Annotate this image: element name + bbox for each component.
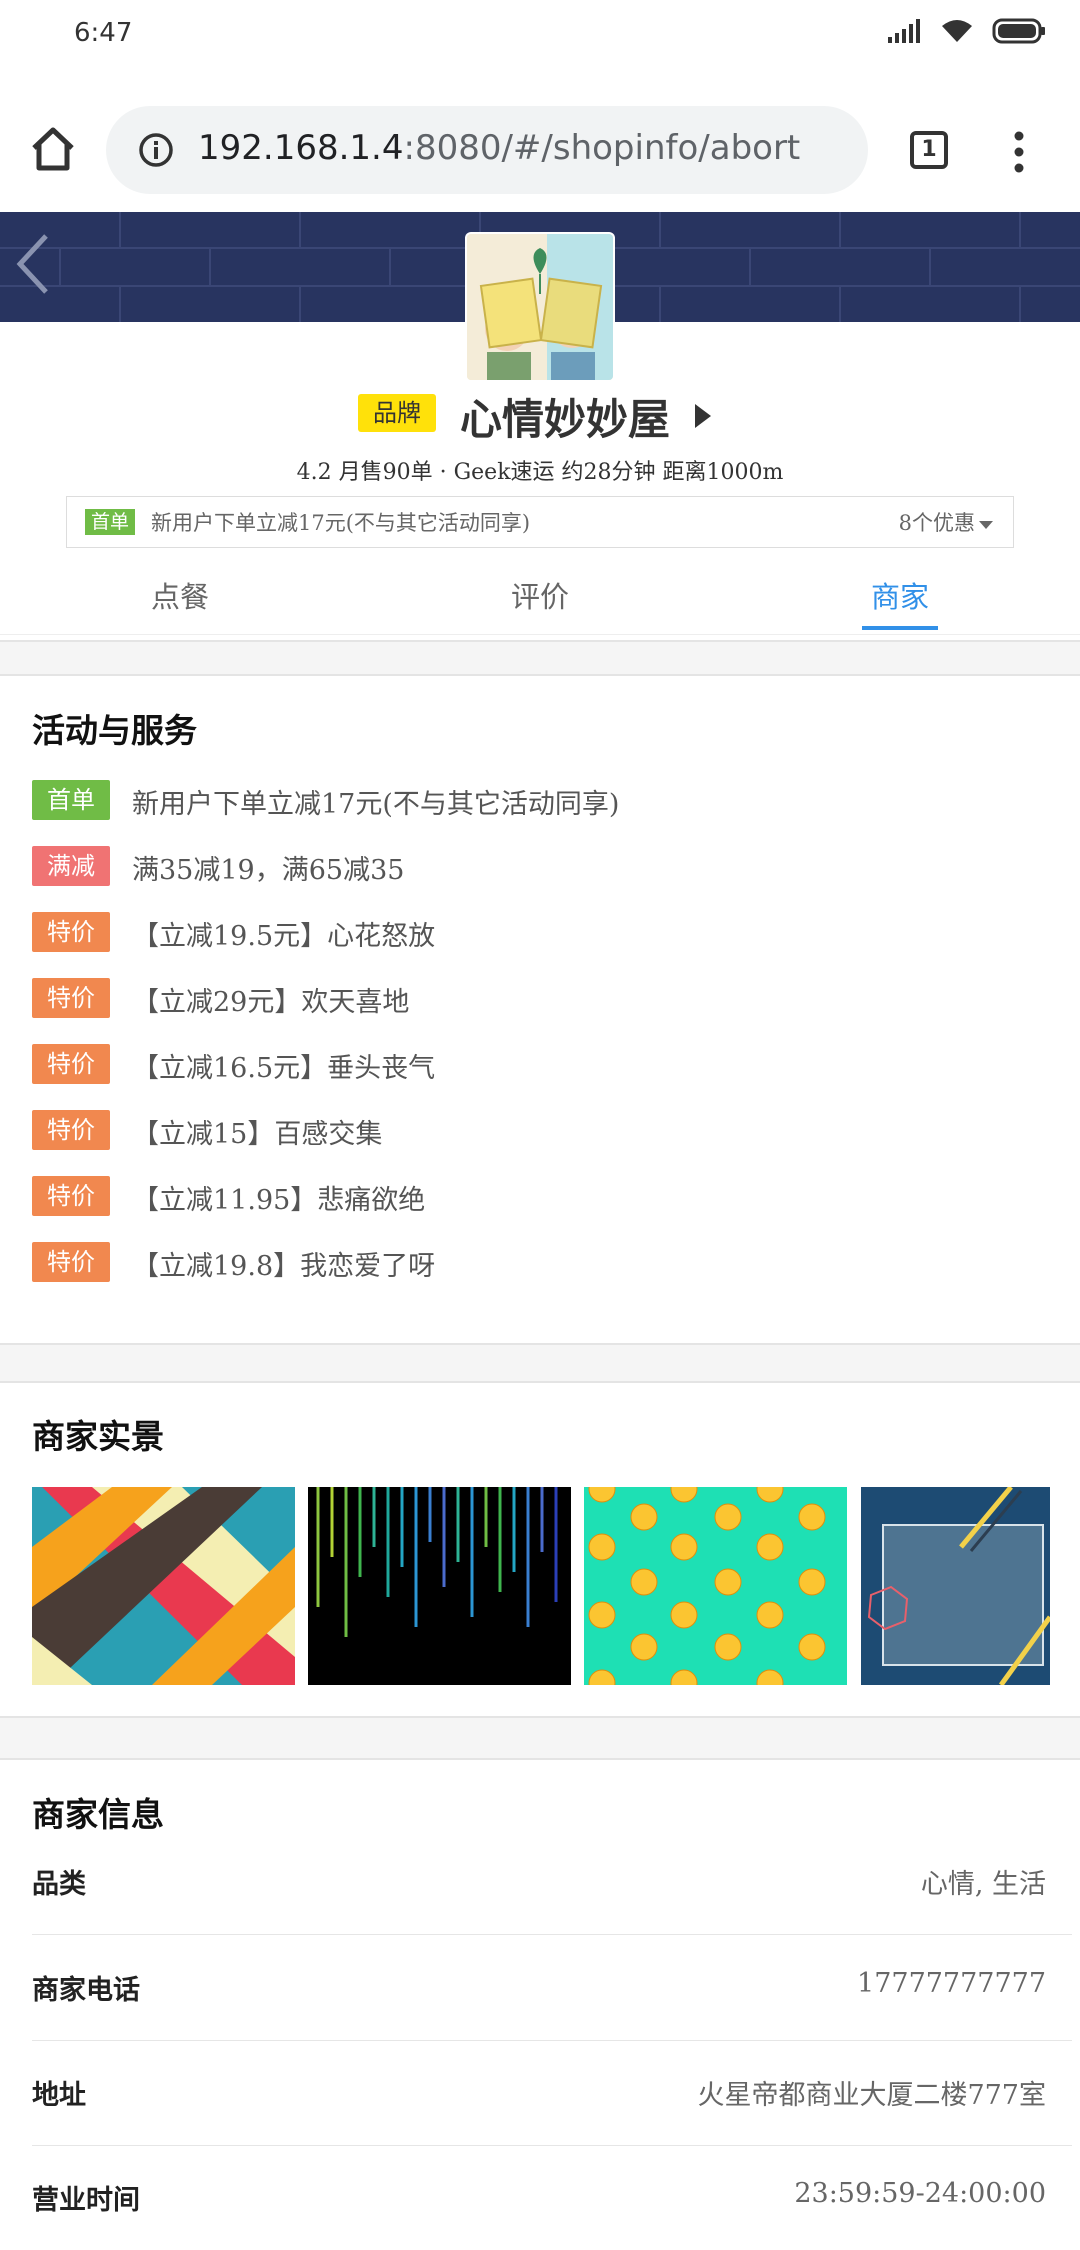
activity-tag: 特价 [32, 1044, 110, 1084]
activity-text: 满35减19，满65减35 [132, 855, 405, 886]
shop-avatar [467, 234, 613, 380]
section-divider [0, 1343, 1080, 1383]
activity-tag: 特价 [32, 978, 110, 1018]
tab-merchant[interactable]: 商家 [810, 574, 990, 616]
activity-tag: 特价 [32, 912, 110, 952]
scenery-photo[interactable] [32, 1487, 295, 1685]
activity-tag: 特价 [32, 1242, 110, 1282]
info-row-hours: 营业时间 23:59:59-24:00:00 [32, 2146, 1072, 2250]
info-row-category: 品类 心情, 生活 [32, 1830, 1072, 1935]
activity-text: 【立减19.5元】心花怒放 [132, 921, 436, 952]
scenery-photo[interactable] [861, 1487, 1050, 1685]
status-time: 6:47 [74, 18, 133, 48]
tab-switcher-button[interactable]: 1 [910, 131, 948, 169]
brand-badge: 品牌 [358, 394, 436, 432]
activities-title: 活动与服务 [32, 711, 197, 750]
active-tab-indicator [862, 626, 938, 630]
promo-bar[interactable]: 首单 新用户下单立减17元(不与其它活动同享) 8个优惠 [66, 496, 1014, 548]
battery-icon [992, 18, 1045, 44]
activity-text: 【立减19.8】我恋爱了呀 [132, 1251, 436, 1282]
shop-title-row[interactable]: 品牌 心情妙妙屋 [0, 386, 1080, 446]
tab-reviews[interactable]: 评价 [450, 574, 630, 616]
status-icons [888, 18, 1046, 44]
activity-text: 【立减29元】欢天喜地 [132, 987, 410, 1018]
tab-order[interactable]: 点餐 [90, 574, 270, 616]
info-label: 品类 [32, 1869, 86, 1900]
section-divider [0, 1716, 1080, 1760]
section-divider [0, 640, 1080, 676]
info-label: 地址 [32, 2080, 86, 2111]
promo-tag: 首单 [85, 509, 136, 535]
signal-icon [888, 19, 920, 43]
url-path: :8080/#/shopinfo/abort [403, 128, 801, 168]
activity-tag: 首单 [32, 780, 110, 820]
scenery-photo[interactable] [584, 1487, 847, 1685]
address-bar[interactable]: 192.168.1.4:8080/#/shopinfo/abort [106, 106, 868, 194]
activity-tag: 特价 [32, 1110, 110, 1150]
activity-text: 【立减11.95】悲痛欲绝 [132, 1185, 426, 1216]
info-row-address: 地址 火星帝都商业大厦二楼777室 [32, 2041, 1072, 2146]
promo-text: 新用户下单立减17元(不与其它活动同享) [151, 511, 531, 535]
info-label: 营业时间 [32, 2185, 140, 2216]
shop-meta: 4.2 月售90单 · Geek速运 约28分钟 距离1000m [296, 460, 784, 485]
info-value: 23:59:59-24:00:00 [794, 2178, 1046, 2209]
url-host: 192.168.1.4 [198, 128, 404, 168]
promo-count[interactable]: 8个优惠 [899, 507, 993, 537]
wifi-icon [942, 20, 972, 42]
info-value: 火星帝都商业大厦二楼777室 [697, 2080, 1046, 2111]
url-text[interactable]: 192.168.1.4:8080/#/shopinfo/abort [198, 128, 800, 168]
merchant-info-title: 商家信息 [32, 1795, 164, 1834]
info-value[interactable]: 17777777777 [857, 1968, 1046, 1999]
info-row-phone[interactable]: 商家电话 17777777777 [32, 1936, 1072, 2041]
shop-detail-arrow-icon[interactable] [695, 404, 711, 428]
info-label: 商家电话 [32, 1975, 140, 2006]
back-arrow-icon[interactable] [14, 232, 54, 296]
activity-tag: 满减 [32, 846, 110, 886]
browser-toolbar: 192.168.1.4:8080/#/shopinfo/abort 1 [0, 96, 1080, 208]
info-icon[interactable] [138, 132, 174, 168]
promo-count-label: 8个优惠 [898, 511, 975, 535]
activity-text: 【立减16.5元】垂头丧气 [132, 1053, 436, 1084]
shop-tabs: 点餐 评价 商家 [0, 556, 1080, 635]
info-value: 心情, 生活 [920, 1869, 1046, 1900]
shop-name[interactable]: 心情妙妙屋 [460, 386, 670, 447]
status-bar: 6:47 [0, 0, 1080, 70]
more-menu-icon[interactable] [1004, 130, 1034, 174]
home-icon[interactable] [28, 124, 78, 174]
activity-text: 【立减15】百感交集 [132, 1119, 383, 1150]
activity-text: 新用户下单立减17元(不与其它活动同享) [132, 789, 620, 820]
scenery-title: 商家实景 [32, 1417, 164, 1456]
activity-tag: 特价 [32, 1176, 110, 1216]
scenery-photo[interactable] [308, 1487, 571, 1685]
caret-down-icon [979, 520, 993, 529]
